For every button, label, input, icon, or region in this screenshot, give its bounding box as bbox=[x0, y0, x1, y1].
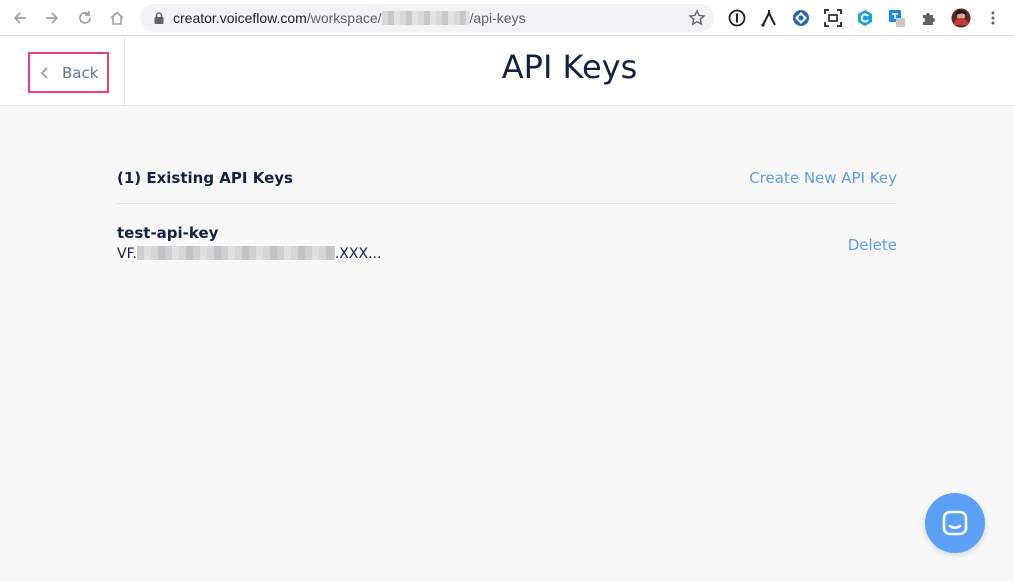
home-icon[interactable] bbox=[107, 8, 127, 28]
api-key-redacted bbox=[136, 246, 335, 260]
back-area: Back bbox=[0, 36, 125, 106]
reload-icon[interactable] bbox=[75, 8, 95, 28]
blue-circle-extension-icon[interactable] bbox=[791, 8, 811, 28]
kebab-menu-icon[interactable] bbox=[983, 8, 1003, 28]
puzzle-icon[interactable] bbox=[919, 8, 939, 28]
fork-icon[interactable] bbox=[759, 8, 779, 28]
api-key-value: VF. .XXX... bbox=[117, 246, 381, 262]
keys-list-header: (1) Existing API Keys Create New API Key bbox=[117, 166, 897, 204]
screenshot-icon[interactable] bbox=[823, 8, 843, 28]
back-label: Back bbox=[62, 63, 99, 82]
page-title: API Keys bbox=[501, 48, 638, 86]
existing-keys-count: (1) Existing API Keys bbox=[117, 169, 293, 187]
url-path-prefix: /workspace/ bbox=[306, 10, 382, 26]
chat-launcher-button[interactable] bbox=[925, 493, 985, 553]
create-api-key-link[interactable]: Create New API Key bbox=[749, 169, 897, 187]
info-icon[interactable] bbox=[727, 8, 747, 28]
delete-api-key-link[interactable]: Delete bbox=[848, 236, 897, 254]
app-header: Back API Keys bbox=[0, 36, 1014, 106]
chat-icon bbox=[942, 510, 968, 536]
url-text: creator.voiceflow.com/workspace/ /api-key… bbox=[173, 10, 526, 26]
address-bar[interactable]: creator.voiceflow.com/workspace/ /api-key… bbox=[140, 4, 714, 32]
url-redacted bbox=[381, 11, 470, 25]
forward-arrow-icon[interactable] bbox=[42, 8, 62, 28]
api-key-value-prefix: VF. bbox=[117, 246, 137, 262]
star-icon[interactable] bbox=[688, 9, 706, 27]
chevron-left-icon bbox=[40, 66, 48, 79]
translate-extension-icon[interactable] bbox=[887, 8, 907, 28]
url-host: creator.voiceflow.com bbox=[173, 10, 307, 26]
api-key-value-suffix: .XXX... bbox=[334, 246, 382, 262]
back-arrow-icon[interactable] bbox=[10, 8, 30, 28]
api-key-name: test-api-key bbox=[117, 224, 219, 242]
url-path-suffix: /api-keys bbox=[469, 10, 526, 26]
avatar[interactable] bbox=[951, 8, 971, 28]
hexagon-extension-icon[interactable] bbox=[855, 8, 875, 28]
api-key-row: test-api-key VF. .XXX... Delete bbox=[117, 222, 897, 268]
back-button[interactable]: Back bbox=[28, 52, 109, 93]
lock-icon bbox=[154, 12, 164, 24]
browser-toolbar: creator.voiceflow.com/workspace/ /api-key… bbox=[0, 0, 1014, 36]
